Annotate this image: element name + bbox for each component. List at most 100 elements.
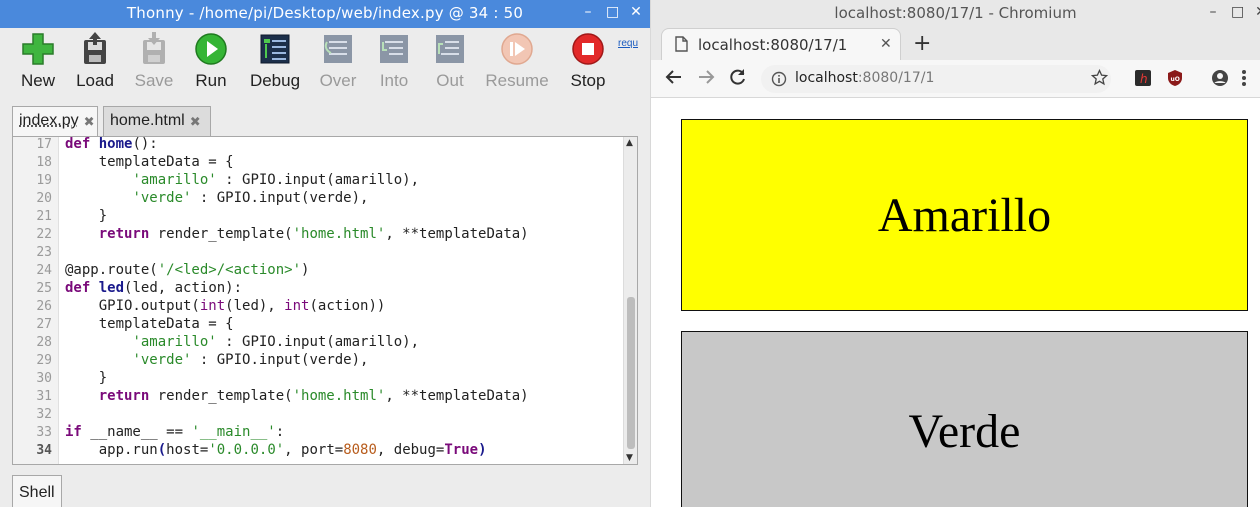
maximize-button[interactable]: □ (1231, 4, 1244, 20)
load-button[interactable]: Load (65, 32, 125, 91)
tab-label: home.html (110, 112, 185, 129)
run-icon (194, 32, 228, 66)
save-label: Save (134, 71, 174, 90)
load-icon (78, 32, 112, 66)
info-icon[interactable] (771, 71, 787, 91)
code-line: def led(led, action): (65, 280, 243, 296)
browser-tab[interactable]: localhost:8080/17/1 ✕ (661, 28, 901, 60)
browser-tab-strip: localhost:8080/17/1 ✕ + (651, 28, 1260, 60)
code-line: app.run(host='0.0.0.0', port=8080, debug… (65, 442, 487, 458)
scroll-up-icon[interactable]: ▲ (626, 138, 633, 148)
step-out-icon (433, 32, 467, 66)
extension-h-icon[interactable]: h (1135, 70, 1151, 91)
account-icon[interactable] (1211, 69, 1229, 92)
back-arrow-icon[interactable] (665, 68, 683, 91)
svg-text:h: h (1140, 72, 1148, 86)
svg-text:uO: uO (1171, 76, 1180, 83)
thonny-titlebar: Thonny - /home/pi/Desktop/web/index.py @… (0, 0, 650, 28)
step-over-button[interactable]: Over (308, 32, 368, 91)
line-number: 31 (36, 389, 52, 404)
page-icon (674, 36, 688, 56)
thonny-window: Thonny - /home/pi/Desktop/web/index.py @… (0, 0, 650, 507)
amarillo-label: Amarillo (877, 188, 1052, 242)
toolbar: New Load Save Run Debug Over Into Out Re… (0, 28, 650, 100)
line-number: 17 (36, 137, 52, 152)
verde-label: Verde (908, 404, 1021, 458)
verde-led-button[interactable]: Verde (681, 331, 1248, 507)
line-number: 23 (36, 245, 52, 260)
url-path: :8080/17/1 (857, 70, 935, 86)
code-line: } (65, 370, 108, 386)
forward-arrow-icon[interactable] (697, 68, 715, 91)
resume-button[interactable]: Resume (482, 32, 552, 91)
address-bar[interactable]: localhost:8080/17/1 (761, 65, 1111, 93)
line-number: 26 (36, 299, 52, 314)
thonny-window-title: Thonny - /home/pi/Desktop/web/index.py @… (126, 4, 524, 22)
step-into-icon (377, 32, 411, 66)
tab-home-html[interactable]: home.html ✖ (103, 106, 211, 136)
chromium-titlebar: localhost:8080/17/1 - Chromium – □ ✕ (651, 0, 1260, 28)
line-number: 22 (36, 227, 52, 242)
tab-label: index.py (19, 112, 79, 129)
url-host: localhost (795, 70, 858, 86)
load-label: Load (76, 71, 114, 90)
close-icon[interactable]: ✖ (84, 114, 95, 136)
bookmark-star-icon[interactable] (1090, 68, 1109, 91)
line-number: 24 (36, 263, 52, 278)
line-number: 30 (36, 371, 52, 386)
line-number: 32 (36, 407, 52, 422)
code-line: } (65, 208, 108, 224)
new-label: New (20, 71, 55, 90)
step-over-label: Over (319, 71, 357, 90)
step-out-button[interactable]: Out (420, 32, 480, 91)
run-button[interactable]: Run (181, 32, 241, 91)
line-number: 18 (36, 155, 52, 170)
menu-kebab-icon[interactable] (1241, 69, 1247, 92)
browser-tab-title: localhost:8080/17/1 (698, 36, 848, 54)
minimize-button[interactable]: – (582, 4, 594, 20)
minimize-button[interactable]: – (1207, 4, 1219, 20)
code-line: 'verde' : GPIO.input(verde), (132, 190, 369, 206)
line-number: 27 (36, 317, 52, 332)
reload-icon[interactable] (729, 68, 747, 91)
close-icon[interactable]: ✖ (190, 114, 201, 136)
editor-scrollbar[interactable]: ▲ ▼ (623, 137, 637, 464)
save-icon (137, 32, 171, 66)
line-number: 20 (36, 191, 52, 206)
line-number: 25 (36, 281, 52, 296)
new-button[interactable]: New (8, 32, 68, 91)
code-line: 'amarillo' : GPIO.input(amarillo), (132, 172, 420, 188)
tab-shell[interactable]: Shell (12, 475, 62, 507)
step-over-icon (321, 32, 355, 66)
debug-label: Debug (249, 71, 301, 90)
save-button[interactable]: Save (124, 32, 184, 91)
close-tab-icon[interactable]: ✕ (880, 36, 892, 52)
support-link[interactable]: requ (618, 38, 638, 50)
url-text: localhost:8080/17/1 (795, 70, 934, 86)
scroll-down-icon[interactable]: ▼ (626, 453, 633, 463)
code-line: return render_template('home.html', **te… (98, 388, 529, 404)
maximize-button[interactable]: □ (606, 4, 619, 20)
close-button[interactable]: ✕ (630, 4, 642, 20)
code-editor[interactable]: 17 18 19 20 21 22 23 24 25 26 27 28 29 3… (12, 136, 638, 465)
close-button[interactable]: ✕ (1255, 4, 1260, 20)
step-into-label: Into (379, 71, 409, 90)
stop-button[interactable]: Stop (558, 32, 618, 91)
tab-index-py[interactable]: index.py ✖ (12, 106, 98, 136)
new-tab-button[interactable]: + (913, 31, 931, 56)
code-line: 'verde' : GPIO.input(verde), (132, 352, 369, 368)
resume-label: Resume (485, 71, 549, 90)
debug-button[interactable]: Debug (245, 32, 305, 91)
ublock-shield-icon[interactable]: uO (1167, 69, 1183, 92)
new-file-icon (21, 32, 55, 66)
amarillo-led-button[interactable]: Amarillo (681, 119, 1248, 311)
step-into-button[interactable]: Into (364, 32, 424, 91)
page-viewport: Amarillo Verde (651, 99, 1260, 507)
stop-label: Stop (570, 71, 606, 90)
code-line: return render_template('home.html', **te… (98, 226, 529, 242)
step-out-label: Out (436, 71, 464, 90)
resume-icon (500, 32, 534, 66)
code-line: def home(): (65, 136, 158, 152)
scrollbar-thumb[interactable] (627, 297, 635, 449)
line-number: 33 (36, 425, 52, 440)
